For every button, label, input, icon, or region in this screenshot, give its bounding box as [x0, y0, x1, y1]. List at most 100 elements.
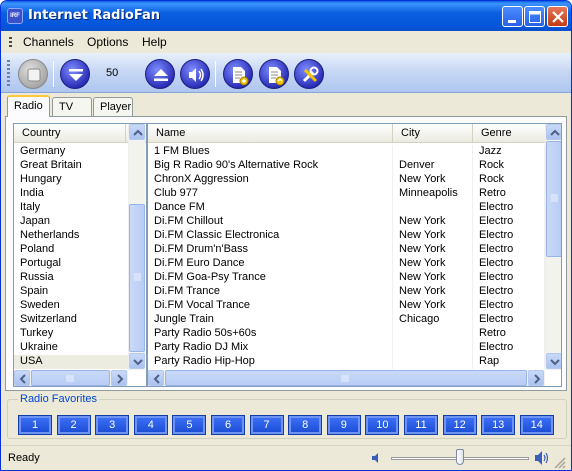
scroll-thumb[interactable] [165, 370, 527, 386]
favorite-button-4[interactable]: 4 [133, 415, 168, 435]
country-list-item[interactable]: Hungary [14, 173, 128, 187]
country-list-item[interactable]: USA [14, 355, 128, 369]
station-list-row[interactable]: Di.FM Classic Electronica New York Electro [148, 229, 545, 243]
volume-down-button[interactable] [60, 59, 90, 89]
station-list-row[interactable]: ChronX Aggression New York Rock [148, 173, 545, 187]
country-list-hscrollbar[interactable] [14, 370, 128, 386]
station-list-row[interactable]: Jungle Train Chicago Electro [148, 313, 545, 327]
minimize-button[interactable] [502, 6, 523, 27]
station-list-row[interactable]: Party Radio Hip-Hop Rap [148, 355, 545, 369]
station-list-row[interactable]: Party Radio DJ Mix Electro [148, 341, 545, 355]
tab-tv[interactable]: TV [52, 97, 92, 116]
country-list-item[interactable]: Italy [14, 201, 128, 215]
scroll-thumb[interactable] [31, 370, 110, 386]
favorite-button-7[interactable]: 7 [249, 415, 284, 435]
country-list-item[interactable]: Japan [14, 215, 128, 229]
favorite-button-9[interactable]: 9 [326, 415, 361, 435]
country-list-item[interactable]: India [14, 187, 128, 201]
resize-grip-icon[interactable] [553, 456, 567, 470]
station-list-row[interactable]: Party Radio 50s+60s Retro [148, 327, 545, 341]
settings-button[interactable] [294, 59, 324, 89]
volume-slider-thumb[interactable] [456, 449, 464, 465]
chevron-up-icon [550, 129, 560, 136]
station-list-row[interactable]: 1 FM Blues Jazz [148, 145, 545, 159]
menu-options[interactable]: Options [87, 35, 128, 49]
favorite-button-5[interactable]: 5 [172, 415, 207, 435]
column-header-name[interactable]: Name [148, 124, 393, 142]
station-list[interactable]: Name City Genre 1 FM Blues Jazz Big R Radi… [147, 123, 562, 387]
scroll-left-button[interactable] [148, 370, 164, 386]
country-list-item[interactable]: Russia [14, 271, 128, 285]
favorite-button-14[interactable]: 14 [519, 415, 554, 435]
station-list-row[interactable]: Di.FM Vocal Trance New York Electro [148, 299, 545, 313]
station-list-row[interactable]: Di.FM Euro Dance New York Electro [148, 257, 545, 271]
column-header-genre[interactable]: Genre [473, 124, 553, 142]
station-city: New York [393, 271, 473, 285]
country-list[interactable]: Country Germany Great Britain Hungary India… [13, 123, 147, 387]
close-button[interactable] [547, 6, 568, 27]
scroll-right-button[interactable] [528, 370, 544, 386]
add-channel-button[interactable] [223, 59, 253, 89]
scroll-right-button[interactable] [111, 370, 127, 386]
favorite-button-2[interactable]: 2 [56, 415, 91, 435]
country-list-item[interactable]: Poland [14, 243, 128, 257]
station-list-row[interactable]: Dance FM Electro [148, 201, 545, 215]
scroll-down-button[interactable] [129, 353, 145, 369]
station-list-row[interactable]: Di.FM Trance New York Electro [148, 285, 545, 299]
favorite-button-6[interactable]: 6 [211, 415, 245, 435]
scroll-up-button[interactable] [129, 124, 145, 140]
menu-help[interactable]: Help [142, 35, 167, 49]
favorite-button-10[interactable]: 10 [365, 415, 400, 435]
scroll-thumb[interactable] [129, 204, 145, 352]
maximize-button[interactable] [524, 6, 545, 27]
title-bar[interactable]: IRF Internet RadioFan [1, 1, 571, 31]
volume-up-button[interactable] [145, 59, 175, 89]
favorite-button-12[interactable]: 12 [442, 415, 477, 435]
favorite-button-13[interactable]: 13 [481, 415, 516, 435]
scroll-up-button[interactable] [546, 124, 561, 140]
station-list-row[interactable]: Di.FM Goa-Psy Trance New York Electro [148, 271, 545, 285]
country-list-item[interactable]: Portugal [14, 257, 128, 271]
grip-icon [66, 375, 74, 382]
country-list-item[interactable]: Great Britain [14, 159, 128, 173]
station-list-row[interactable]: Di.FM Drum'n'Bass New York Electro [148, 243, 545, 257]
country-list-item[interactable]: Switzerland [14, 313, 128, 327]
edit-channel-button[interactable] [259, 59, 289, 89]
main-window: IRF Internet RadioFan Channels Options H… [0, 0, 572, 471]
mute-button[interactable] [180, 59, 210, 89]
station-list-hscrollbar[interactable] [148, 370, 545, 386]
country-list-item[interactable]: Sweden [14, 299, 128, 313]
favorite-button-3[interactable]: 3 [95, 415, 130, 435]
column-header-country[interactable]: Country [14, 124, 126, 142]
station-list-row[interactable]: Club 977 Minneapolis Retro [148, 187, 545, 201]
column-header-city[interactable]: City [393, 124, 473, 142]
scroll-thumb[interactable] [546, 141, 561, 257]
station-genre: Electro [473, 285, 545, 299]
country-list-vscrollbar[interactable] [128, 124, 145, 370]
stop-button[interactable] [18, 59, 48, 89]
station-genre: Electro [473, 215, 545, 229]
favorite-button-11[interactable]: 11 [404, 415, 438, 435]
scroll-down-button[interactable] [546, 353, 561, 369]
maximize-icon [529, 11, 541, 23]
country-list-item[interactable]: Netherlands [14, 229, 128, 243]
country-list-item[interactable]: Germany [14, 145, 128, 159]
country-list-item[interactable]: Spain [14, 285, 128, 299]
chevron-down-icon [133, 359, 143, 366]
station-name: Jungle Train [148, 313, 393, 327]
station-list-vscrollbar[interactable] [545, 124, 561, 370]
favorite-button-1[interactable]: 1 [18, 415, 52, 435]
scroll-left-button[interactable] [14, 370, 30, 386]
tab-radio[interactable]: Radio [7, 95, 50, 117]
favorite-button-8[interactable]: 8 [288, 415, 323, 435]
tab-player[interactable]: Player [93, 97, 133, 116]
station-list-row[interactable]: Big R Radio 90's Alternative Rock Denver R… [148, 159, 545, 173]
station-list-row[interactable]: Di.FM Chillout New York Electro [148, 215, 545, 229]
menu-channels[interactable]: Channels [23, 35, 74, 49]
country-list-item[interactable]: Ukraine [14, 341, 128, 355]
radio-tab-panel: Country Germany Great Britain Hungary India… [5, 116, 567, 391]
chevron-right-icon [534, 374, 541, 384]
station-genre: Electro [473, 257, 545, 271]
country-list-item[interactable]: Turkey [14, 327, 128, 341]
station-genre: Electro [473, 299, 545, 313]
